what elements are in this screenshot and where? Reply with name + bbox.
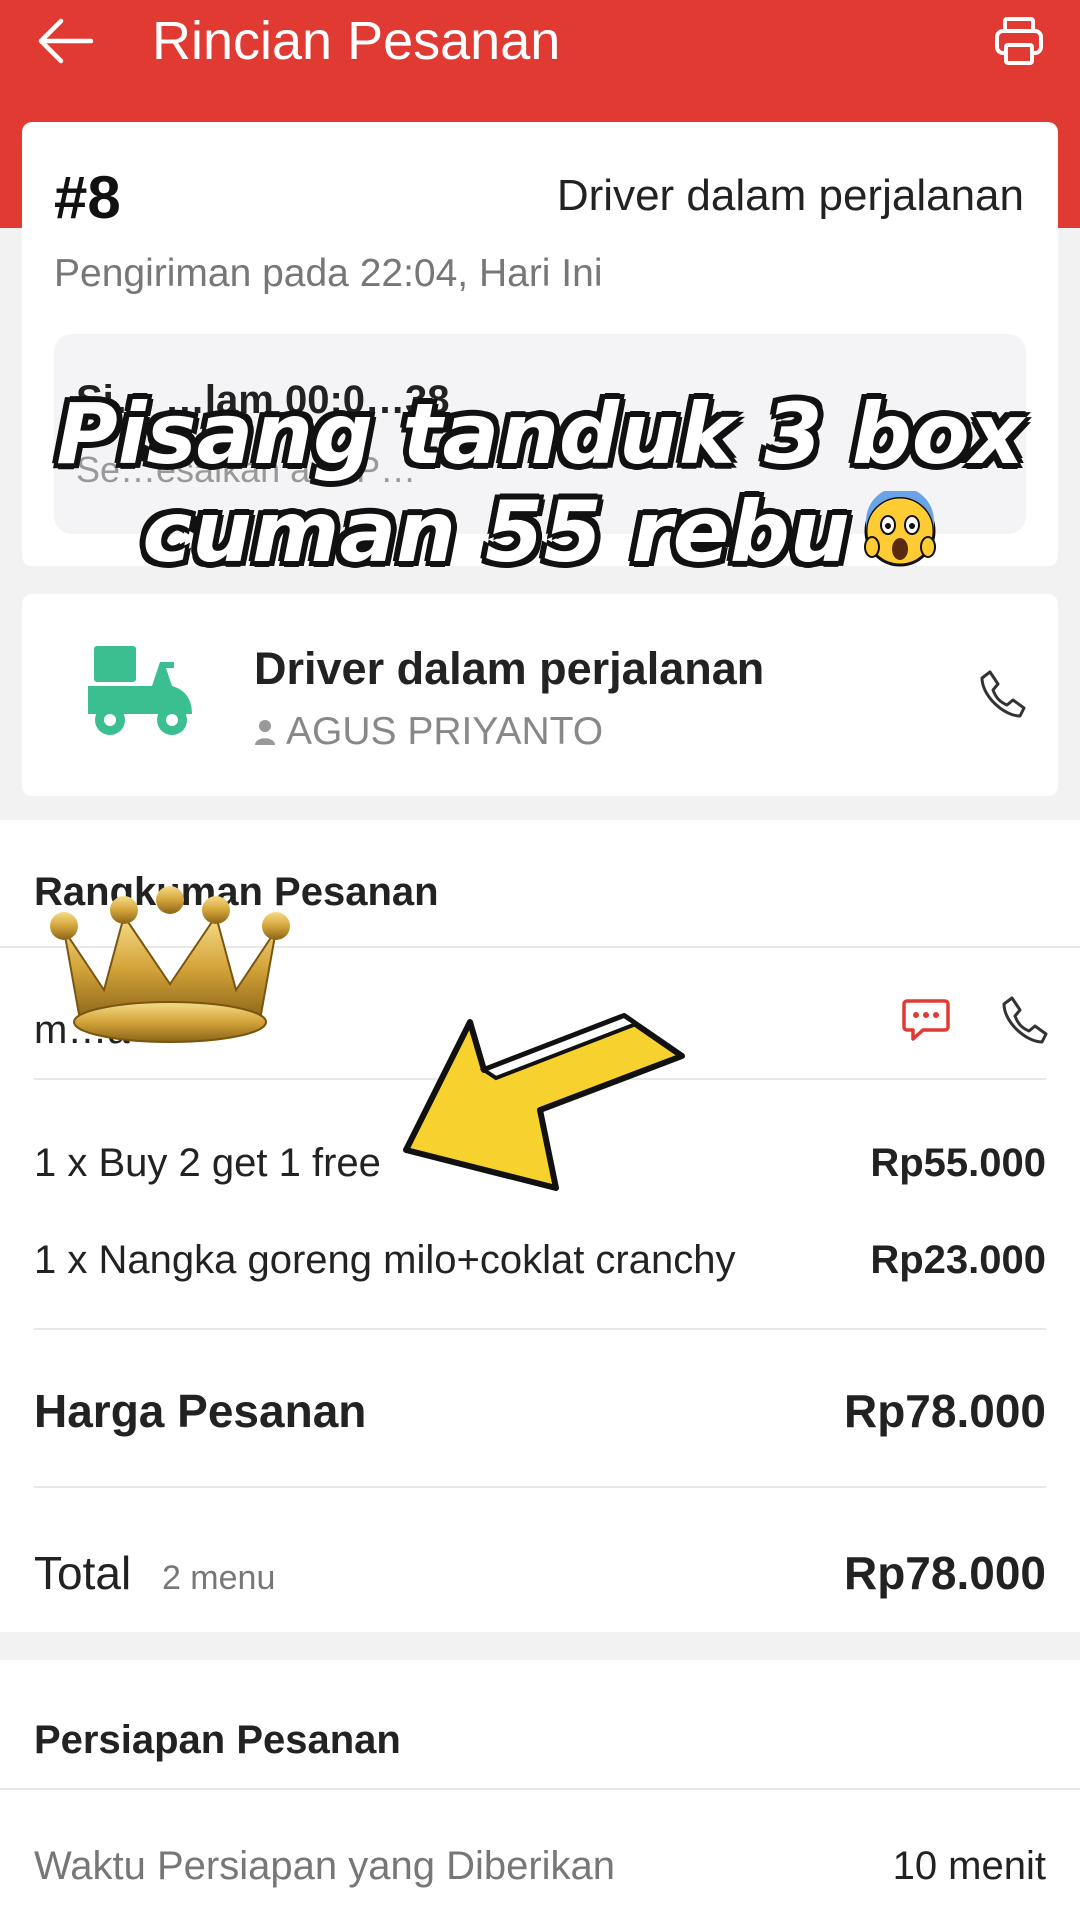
- crown-sticker: [44, 880, 296, 1050]
- printer-icon[interactable]: [984, 6, 1054, 76]
- item-label: 1 x Nangka goreng milo+coklat cranchy: [34, 1238, 736, 1282]
- divider: [0, 1788, 1080, 1790]
- scooter-icon: [82, 642, 198, 742]
- back-arrow-icon[interactable]: [30, 6, 100, 76]
- driver-status: Driver dalam perjalanan: [254, 643, 765, 694]
- item-price: Rp23.000: [870, 1238, 1046, 1282]
- shipping-time: Pengiriman pada 22:04, Hari Ini: [54, 252, 603, 295]
- pointer-arrow-sticker: [400, 1000, 700, 1200]
- chat-icon[interactable]: [896, 990, 956, 1050]
- overlay-caption-line1: Pisang tanduk 3 box: [56, 385, 1024, 483]
- divider: [34, 1486, 1046, 1488]
- order-price-label: Harga Pesanan: [34, 1385, 367, 1437]
- driver-card: Driver dalam perjalanan AGUS PRIYANTO: [22, 594, 1058, 796]
- preparation-title: Persiapan Pesanan: [34, 1718, 401, 1762]
- order-price-value: Rp78.000: [843, 1385, 1046, 1437]
- driver-name: AGUS PRIYANTO: [286, 710, 604, 753]
- order-status: Driver dalam perjalanan: [556, 171, 1024, 220]
- preparation-time-value: 10 menit: [892, 1844, 1046, 1888]
- screaming-face-emoji-icon: [862, 487, 938, 567]
- total-label-row: Total 2 menu: [34, 1550, 275, 1596]
- overlay-caption-line2-row: cuman 55 rebu: [0, 487, 1080, 574]
- phone-icon[interactable]: [972, 664, 1032, 724]
- preparation-section: Persiapan Pesanan Waktu Persiapan yang D…: [0, 1660, 1080, 1920]
- item-label: 1 x Buy 2 get 1 free: [34, 1141, 381, 1185]
- divider: [34, 1328, 1046, 1330]
- total-value: Rp78.000: [843, 1547, 1046, 1599]
- total-label: Total: [34, 1547, 132, 1599]
- page-title: Rincian Pesanan: [152, 11, 561, 71]
- preparation-time-label: Waktu Persiapan yang Diberikan: [34, 1844, 616, 1888]
- customer-phone-icon[interactable]: [994, 990, 1054, 1050]
- order-number: #8: [54, 164, 121, 231]
- total-count: 2 menu: [161, 1559, 276, 1597]
- overlay-caption-line2: cuman 55 rebu: [142, 483, 850, 581]
- driver-name-row: AGUS PRIYANTO: [254, 712, 603, 751]
- person-icon: [255, 719, 275, 745]
- item-price: Rp55.000: [870, 1141, 1046, 1185]
